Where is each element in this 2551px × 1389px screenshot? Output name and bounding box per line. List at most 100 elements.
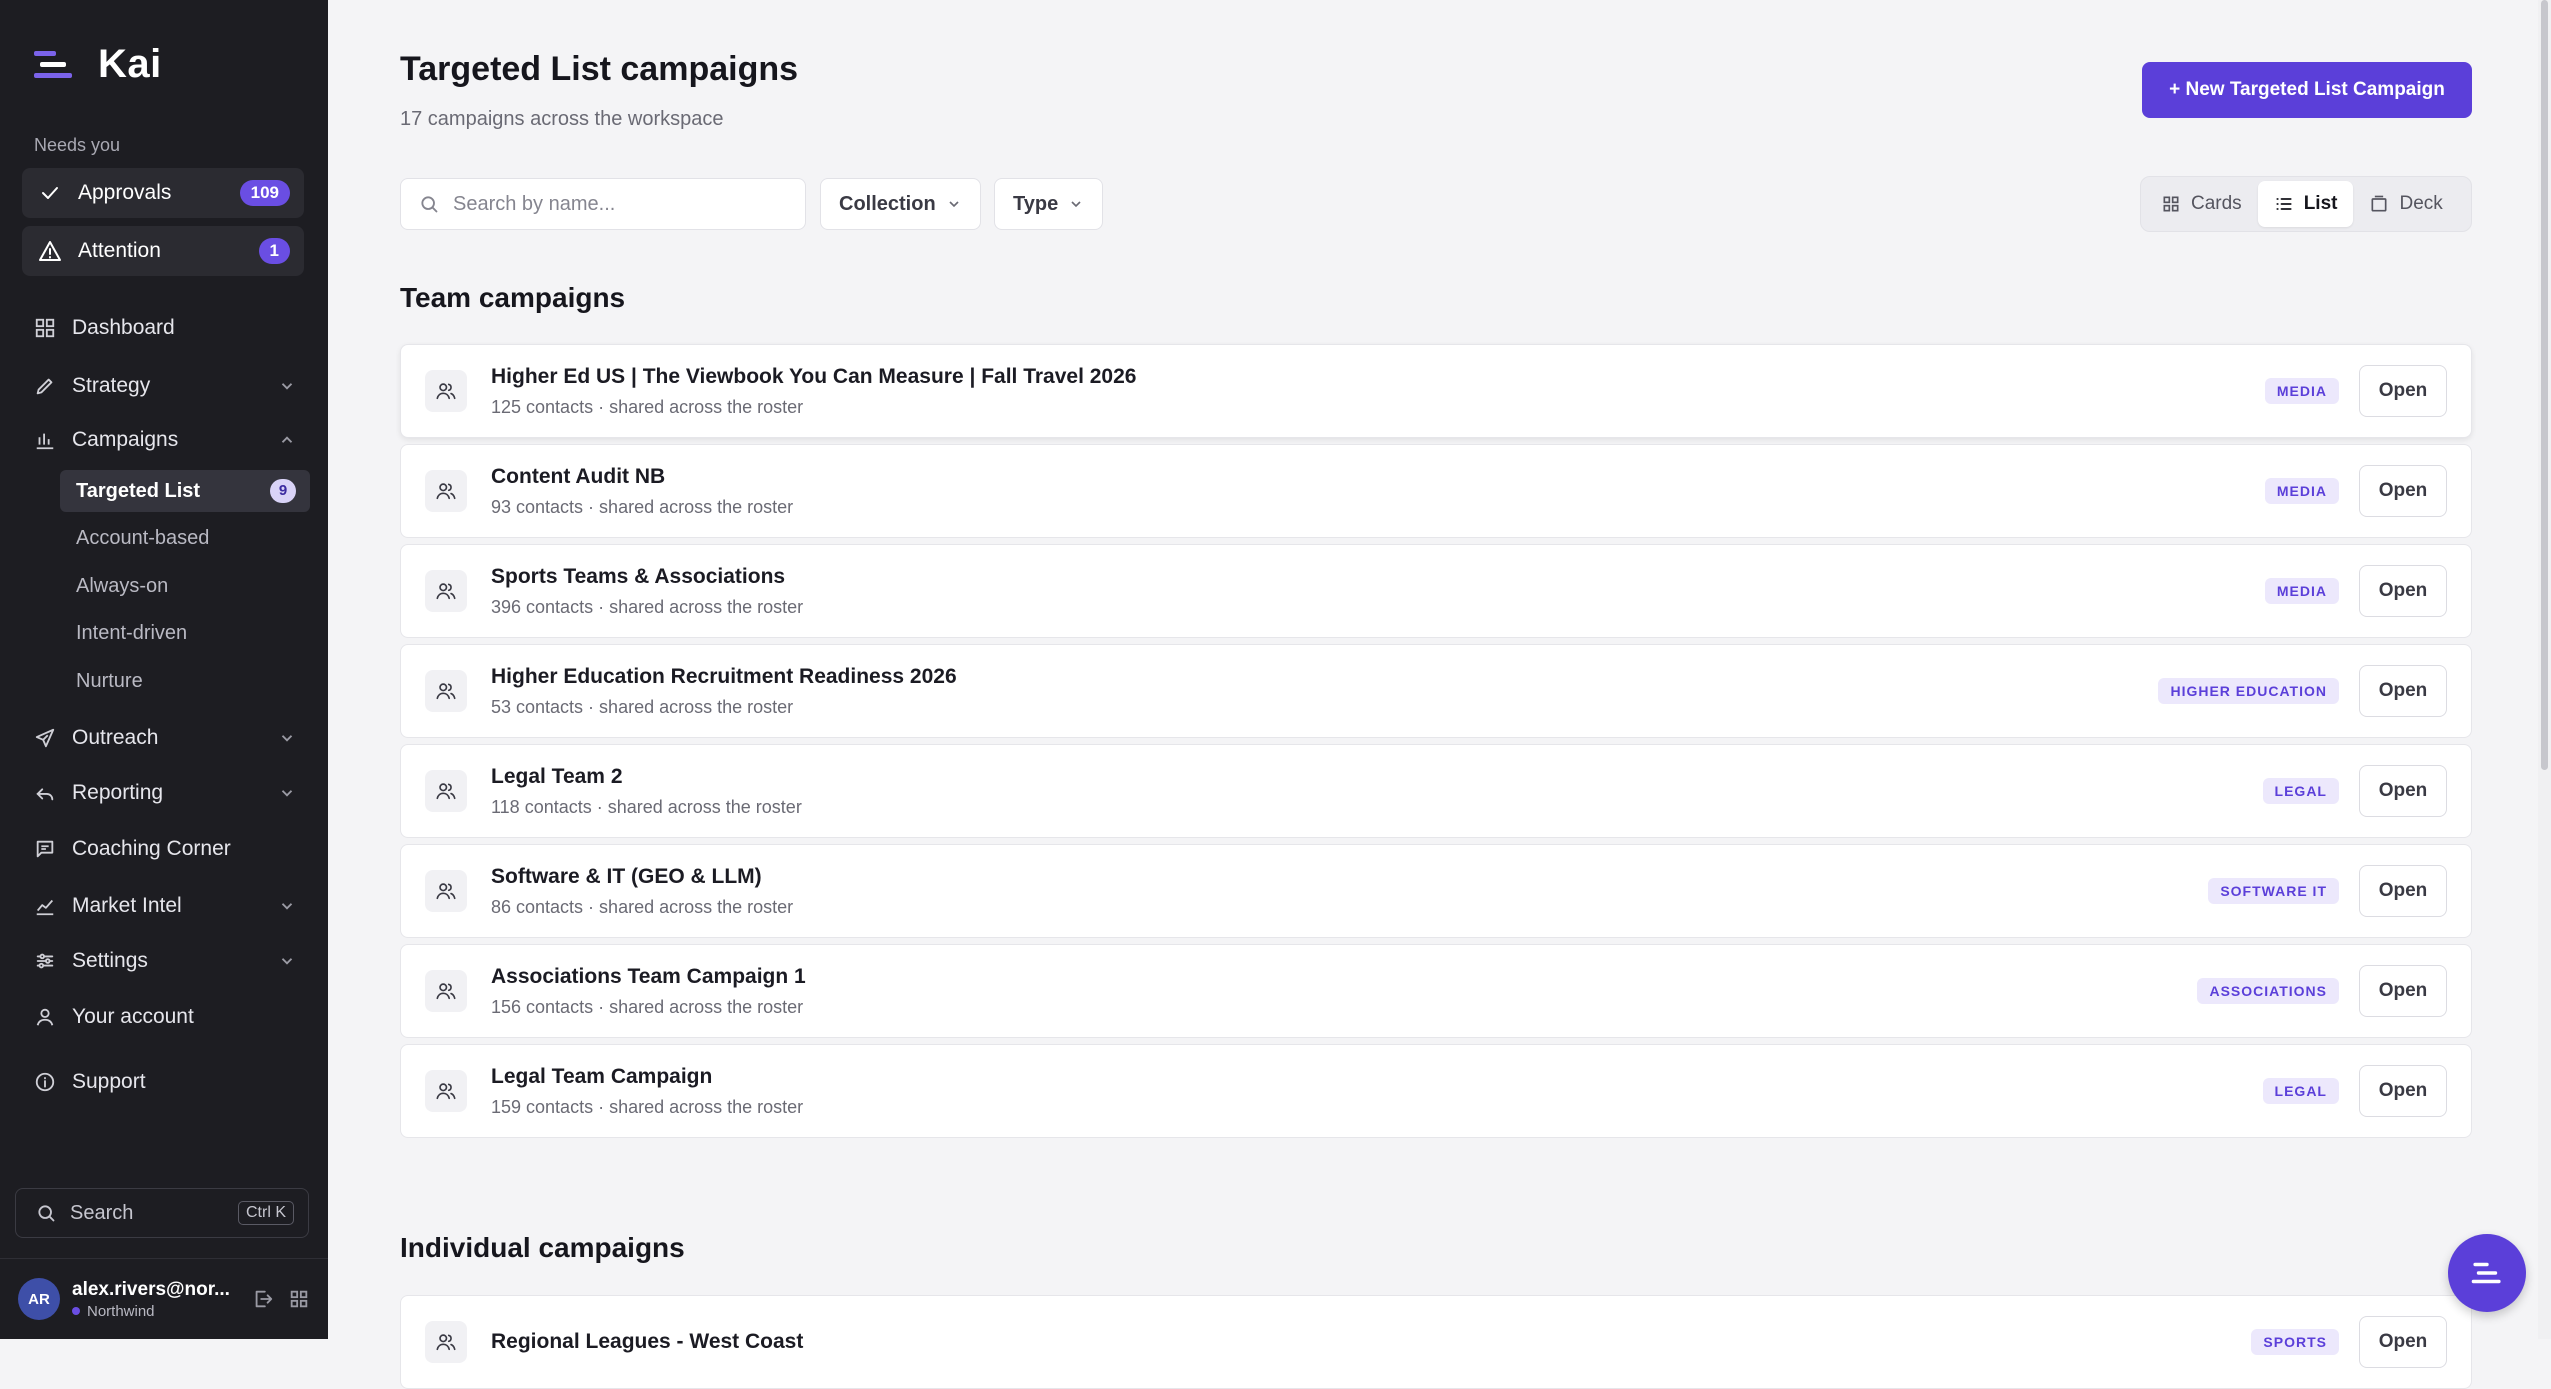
campaign-meta: 118 contacts · shared across the roster [491, 796, 802, 817]
campaign-row[interactable]: Regional Leagues - West Coast SPORTS Open [400, 1295, 2472, 1389]
open-button[interactable]: Open [2359, 465, 2447, 517]
list-icon [2276, 198, 2292, 210]
approvals-item[interactable]: Approvals 109 [22, 168, 304, 218]
attention-label: Attention [78, 239, 161, 262]
avatar[interactable]: AR [18, 1278, 60, 1320]
campaign-row-icon [425, 970, 467, 1012]
campaign-row-icon [425, 670, 467, 712]
open-button[interactable]: Open [2359, 365, 2447, 417]
sidebar-search[interactable]: Search Ctrl K [15, 1188, 309, 1238]
apps-grid-icon[interactable] [288, 1288, 310, 1310]
subnav-intent-driven[interactable]: Intent-driven [60, 612, 310, 654]
kai-logo-icon [34, 50, 72, 78]
page-subtitle: 17 campaigns across the workspace [400, 108, 724, 130]
nav-your-account[interactable]: Your account [34, 997, 296, 1037]
campaign-row[interactable]: Higher Ed US | The Viewbook You Can Meas… [400, 344, 2472, 438]
campaign-row[interactable]: Content Audit NB 93 contacts · shared acr… [400, 444, 2472, 538]
pencil-icon [36, 378, 53, 395]
logout-icon[interactable] [252, 1288, 274, 1310]
search-icon [421, 196, 438, 213]
subnav-account-based[interactable]: Account-based [60, 517, 310, 559]
subnav-always-on[interactable]: Always-on [60, 565, 310, 607]
chevron-down-icon [281, 790, 293, 797]
campaign-row[interactable]: Legal Team Campaign 159 contacts · shared… [400, 1044, 2472, 1138]
open-button[interactable]: Open [2359, 1316, 2447, 1368]
type-filter[interactable]: Type [994, 178, 1104, 230]
campaign-title: Legal Team 2 [491, 764, 623, 788]
campaign-row[interactable]: Associations Team Campaign 1 156 contacts… [400, 944, 2472, 1038]
campaign-row-text: Sports Teams & Associations 396 contacts … [491, 565, 2265, 618]
nav-coaching-corner[interactable]: Coaching Corner [34, 829, 296, 869]
main-content: Targeted List campaigns 17 campaigns acr… [328, 0, 2551, 1389]
campaign-search[interactable] [400, 178, 806, 230]
nav-campaigns[interactable]: Campaigns [34, 420, 296, 460]
campaign-row[interactable]: Legal Team 2 118 contacts · shared across… [400, 744, 2472, 838]
nav-support[interactable]: Support [34, 1062, 296, 1102]
nav-outreach[interactable]: Outreach [34, 718, 296, 758]
account-info: alex.rivers@nor... Northwind [72, 1279, 238, 1320]
scrollbar-thumb[interactable] [2541, 0, 2548, 770]
grid-icon [2163, 196, 2179, 212]
campaign-row-text: Higher Education Recruitment Readiness 2… [491, 665, 2158, 718]
attention-item[interactable]: Attention 1 [22, 226, 304, 276]
subnav-targeted-list[interactable]: Targeted List 9 [60, 470, 310, 512]
campaign-row-icon [425, 770, 467, 812]
campaign-tag: LEGAL [2262, 778, 2339, 804]
open-button[interactable]: Open [2359, 565, 2447, 617]
collection-filter-label: Collection [839, 192, 936, 215]
campaign-title: Software & IT (GEO & LLM) [491, 864, 762, 888]
view-deck-label: Deck [2399, 193, 2443, 214]
campaign-meta: 86 contacts · shared across the roster [491, 896, 794, 917]
nav-strategy-label: Strategy [72, 374, 151, 397]
sidebar-search-label: Search [70, 1201, 134, 1224]
campaign-row-text: Higher Ed US | The Viewbook You Can Meas… [491, 365, 2265, 418]
campaign-row-text: Legal Team 2 118 contacts · shared across… [491, 765, 2263, 818]
nav-strategy[interactable]: Strategy [34, 366, 296, 406]
campaign-meta: 93 contacts · shared across the roster [491, 496, 794, 517]
campaign-title: Regional Leagues - West Coast [491, 1330, 804, 1353]
open-button[interactable]: Open [2359, 1065, 2447, 1117]
campaign-row[interactable]: Sports Teams & Associations 396 contacts … [400, 544, 2472, 638]
open-button[interactable]: Open [2359, 765, 2447, 817]
chevron-up-icon [281, 436, 293, 443]
campaign-row[interactable]: Software & IT (GEO & LLM) 86 contacts · s… [400, 844, 2472, 938]
campaign-tag: HIGHER EDUCATION [2158, 678, 2339, 704]
nav-settings[interactable]: Settings [34, 941, 296, 981]
nav-dashboard[interactable]: Dashboard [34, 308, 296, 348]
warning-icon [39, 241, 61, 261]
individual-campaigns-heading: Individual campaigns [400, 1232, 685, 1263]
nav-reporting[interactable]: Reporting [34, 773, 296, 813]
campaign-row-icon [425, 570, 467, 612]
collection-filter[interactable]: Collection [820, 178, 981, 230]
subnav-nurture[interactable]: Nurture [60, 660, 310, 702]
campaign-tag: LEGAL [2262, 1078, 2339, 1104]
org-dot [72, 1307, 80, 1315]
reply-arrow-icon [36, 788, 54, 801]
subnav-targeted-list-label: Targeted List [76, 479, 201, 502]
nav-support-label: Support [72, 1070, 146, 1093]
nav-market-intel[interactable]: Market Intel [34, 886, 296, 926]
sidebar: Kai Needs you Approvals 109 Attention 1 … [0, 0, 328, 1339]
open-button[interactable]: Open [2359, 965, 2447, 1017]
kai-assistant-button[interactable] [2448, 1234, 2526, 1312]
search-input[interactable] [451, 191, 795, 217]
campaign-tag: SPORTS [2251, 1329, 2339, 1355]
brand[interactable]: Kai [34, 42, 162, 87]
people-icon [436, 683, 456, 700]
grid-icon [35, 318, 55, 338]
trend-line-icon [36, 899, 54, 916]
nav-account-label: Your account [72, 1005, 194, 1028]
view-list[interactable]: List [2257, 181, 2354, 227]
view-cards[interactable]: Cards [2145, 181, 2258, 227]
campaign-row-text: Regional Leagues - West Coast [491, 1330, 2251, 1354]
nav-reporting-label: Reporting [72, 781, 164, 804]
campaign-row-text: Associations Team Campaign 1 156 contacts… [491, 965, 2197, 1018]
view-deck[interactable]: Deck [2353, 181, 2458, 227]
campaign-title: Associations Team Campaign 1 [491, 964, 806, 988]
chevron-down-icon [281, 903, 293, 910]
open-button[interactable]: Open [2359, 865, 2447, 917]
open-button[interactable]: Open [2359, 665, 2447, 717]
nav-outreach-label: Outreach [72, 726, 159, 749]
campaign-row[interactable]: Higher Education Recruitment Readiness 2… [400, 644, 2472, 738]
new-campaign-button[interactable]: + New Targeted List Campaign [2142, 62, 2472, 118]
